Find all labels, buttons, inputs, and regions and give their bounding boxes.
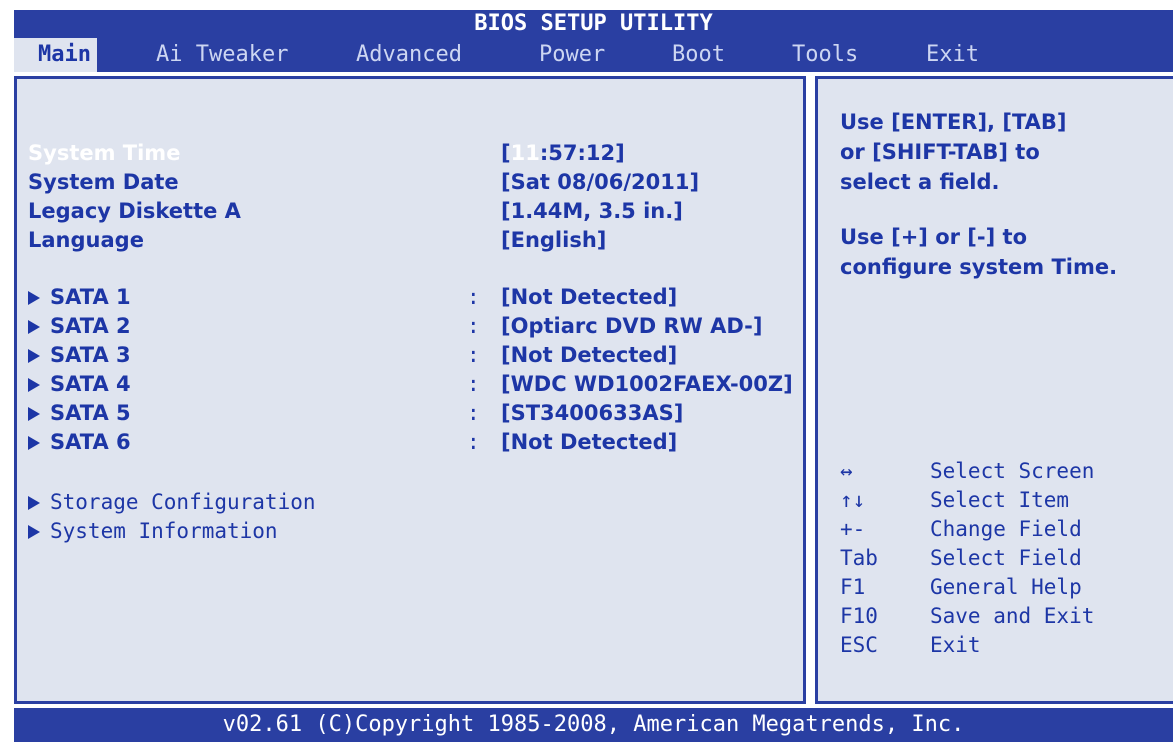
bios-title: BIOS SETUP UTILITY: [14, 10, 1173, 38]
system-information-label: System Information: [50, 519, 278, 543]
legacy-diskette-value[interactable]: [1.44M, 3.5 in.]: [501, 199, 683, 223]
system-information-item[interactable]: System Information: [28, 519, 278, 543]
key-desc: General Help: [930, 575, 1082, 599]
sata-1-colon: :: [467, 285, 480, 309]
sata-2-value: [Optiarc DVD RW AD-]: [501, 314, 763, 338]
help-line-3: select a field.: [840, 170, 1000, 194]
sata-4-colon: :: [467, 372, 480, 396]
language-value[interactable]: [English]: [501, 228, 606, 252]
bios-screen: BIOS SETUP UTILITY Main Ai Tweaker Advan…: [0, 0, 1173, 746]
sata-6-value: [Not Detected]: [501, 430, 678, 454]
system-date-label[interactable]: System Date: [28, 170, 179, 194]
submenu-arrow-icon: [28, 407, 40, 421]
tab-ai-tweaker[interactable]: Ai Tweaker: [156, 38, 288, 72]
tab-power[interactable]: Power: [539, 38, 605, 72]
sata-3-colon: :: [467, 343, 480, 367]
help-panel: Use [ENTER], [TAB] or [SHIFT-TAB] to sel…: [815, 76, 1173, 704]
key-desc: Select Field: [930, 546, 1082, 570]
sata-5-colon: :: [467, 401, 480, 425]
submenu-arrow-icon: [28, 436, 40, 450]
key-desc: Change Field: [930, 517, 1082, 541]
sata-6-colon: :: [467, 430, 480, 454]
sata-3-value: [Not Detected]: [501, 343, 678, 367]
plus-minus-icon: +-: [840, 517, 866, 541]
submenu-arrow-icon: [28, 349, 40, 363]
menu-bar: Main Ai Tweaker Advanced Power Boot Tool…: [14, 38, 1173, 72]
tab-advanced[interactable]: Advanced: [356, 38, 462, 72]
key-name: Tab: [840, 546, 878, 570]
storage-configuration-label: Storage Configuration: [50, 490, 316, 514]
submenu-arrow-icon: [28, 525, 40, 539]
key-name: ESC: [840, 633, 878, 657]
tab-boot[interactable]: Boot: [672, 38, 725, 72]
tab-tools[interactable]: Tools: [792, 38, 858, 72]
help-line-4: Use [+] or [-] to: [840, 225, 1027, 249]
left-right-arrow-icon: ↔: [840, 459, 853, 483]
key-desc: Select Item: [930, 488, 1070, 512]
key-desc: Exit: [930, 633, 981, 657]
sata-1-item[interactable]: SATA 1: [28, 285, 131, 309]
sata-2-colon: :: [467, 314, 480, 338]
sata-2-label: SATA 2: [50, 314, 131, 338]
system-time-item[interactable]: System Time: [28, 141, 180, 165]
sata-3-label: SATA 3: [50, 343, 131, 367]
sata-6-label: SATA 6: [50, 430, 131, 454]
key-name: F10: [840, 604, 878, 628]
sata-5-label: SATA 5: [50, 401, 131, 425]
key-desc: Select Screen: [930, 459, 1095, 483]
storage-configuration-item[interactable]: Storage Configuration: [28, 490, 316, 514]
tab-main[interactable]: Main: [14, 38, 97, 72]
system-time-label: System Time: [28, 141, 181, 165]
help-line-2: or [SHIFT-TAB] to: [840, 140, 1040, 164]
settings-panel: System Time [11:57:12] System Date [Sat …: [14, 76, 806, 704]
sata-2-item[interactable]: SATA 2: [28, 314, 131, 338]
system-time-rest: :57:12]: [539, 141, 625, 165]
sata-5-value: [ST3400633AS]: [501, 401, 684, 425]
sata-5-item[interactable]: SATA 5: [28, 401, 131, 425]
sata-3-item[interactable]: SATA 3: [28, 343, 131, 367]
language-label[interactable]: Language: [28, 228, 144, 252]
submenu-arrow-icon: [28, 496, 40, 510]
help-line-1: Use [ENTER], [TAB]: [840, 110, 1067, 134]
sata-4-value: [WDC WD1002FAEX-00Z]: [501, 372, 793, 396]
sata-4-item[interactable]: SATA 4: [28, 372, 131, 396]
submenu-arrow-icon: [28, 378, 40, 392]
sata-6-item[interactable]: SATA 6: [28, 430, 131, 454]
help-line-5: configure system Time.: [840, 255, 1118, 279]
system-time-bracket: [: [501, 141, 511, 165]
key-name: F1: [840, 575, 866, 599]
up-down-arrow-icon: ↑↓: [840, 488, 866, 512]
system-date-value[interactable]: [Sat 08/06/2011]: [501, 170, 699, 194]
tab-exit[interactable]: Exit: [926, 38, 979, 72]
legacy-diskette-label[interactable]: Legacy Diskette A: [28, 199, 241, 223]
system-time-hour[interactable]: 11: [511, 141, 540, 165]
copyright-footer: v02.61 (C)Copyright 1985-2008, American …: [14, 708, 1173, 742]
sata-1-value: [Not Detected]: [501, 285, 678, 309]
sata-1-label: SATA 1: [50, 285, 131, 309]
submenu-arrow-icon: [28, 320, 40, 334]
sata-4-label: SATA 4: [50, 372, 131, 396]
submenu-arrow-icon: [28, 291, 40, 305]
key-desc: Save and Exit: [930, 604, 1095, 628]
system-time-value[interactable]: [11:57:12]: [501, 141, 625, 165]
